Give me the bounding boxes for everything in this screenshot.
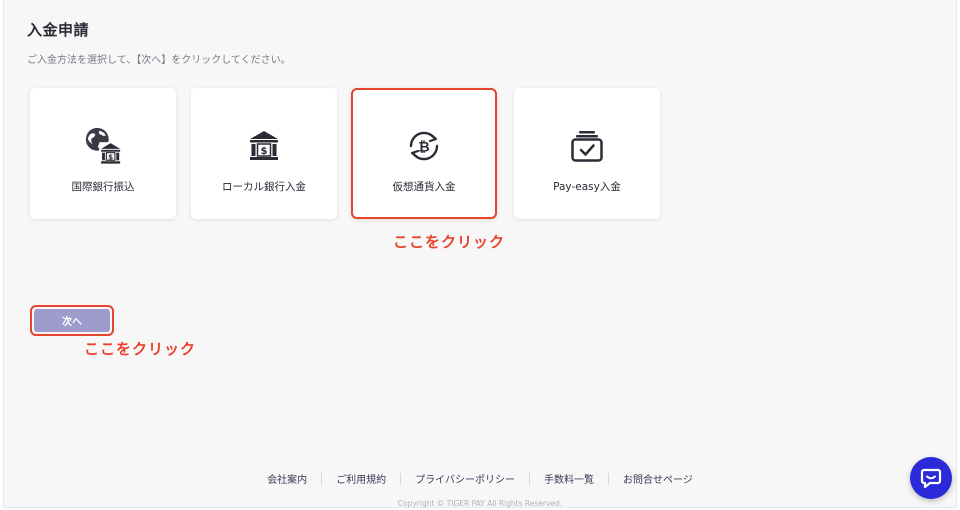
- method-card-crypto[interactable]: ₿ 仮想通貨入金: [351, 88, 497, 219]
- footer-link-fees[interactable]: 手数料一覧: [530, 471, 608, 486]
- click-here-annotation-method: ここをクリック: [393, 233, 506, 251]
- next-button-highlight: 次へ: [30, 305, 114, 336]
- method-label: ローカル銀行入金: [222, 181, 306, 193]
- chat-button[interactable]: [910, 457, 952, 499]
- method-card-local-bank[interactable]: $ ローカル銀行入金: [191, 88, 337, 219]
- instruction-text: ご入金方法を選択して、【次へ】をクリックしてください。: [27, 55, 291, 66]
- method-label: 国際銀行振込: [71, 181, 135, 193]
- svg-text:$: $: [108, 152, 113, 161]
- method-label: Pay-easy入金: [553, 181, 621, 193]
- globe-bank-icon: $: [83, 126, 123, 166]
- method-label: 仮想通貨入金: [392, 181, 456, 193]
- bank-icon: $: [244, 126, 284, 166]
- chat-bubble-icon: [920, 468, 942, 489]
- footer-link-contact[interactable]: お問合せページ: [609, 471, 707, 486]
- footer-nav: 会社案内 ご利用規約 プライバシーポリシー 手数料一覧 お問合せページ: [0, 471, 960, 486]
- footer-link-terms[interactable]: ご利用規約: [322, 471, 400, 486]
- svg-text:₿: ₿: [418, 140, 429, 156]
- checkbox-tray-icon: [567, 126, 607, 166]
- next-button[interactable]: 次へ: [34, 309, 110, 332]
- footer-link-company[interactable]: 会社案内: [253, 471, 321, 486]
- click-here-annotation-next: ここをクリック: [84, 340, 197, 358]
- bitcoin-icon: ₿: [404, 126, 444, 166]
- copyright-text: Copyright © TIGER PAY All Rights Reserve…: [397, 499, 563, 508]
- page-frame: [3, 0, 957, 508]
- page-title: 入金申請: [27, 21, 90, 39]
- svg-text:$: $: [261, 146, 268, 157]
- footer-link-privacy[interactable]: プライバシーポリシー: [401, 471, 529, 486]
- method-card-payeasy[interactable]: Pay-easy入金: [514, 88, 660, 219]
- method-card-international-bank[interactable]: $ 国際銀行振込: [30, 88, 176, 219]
